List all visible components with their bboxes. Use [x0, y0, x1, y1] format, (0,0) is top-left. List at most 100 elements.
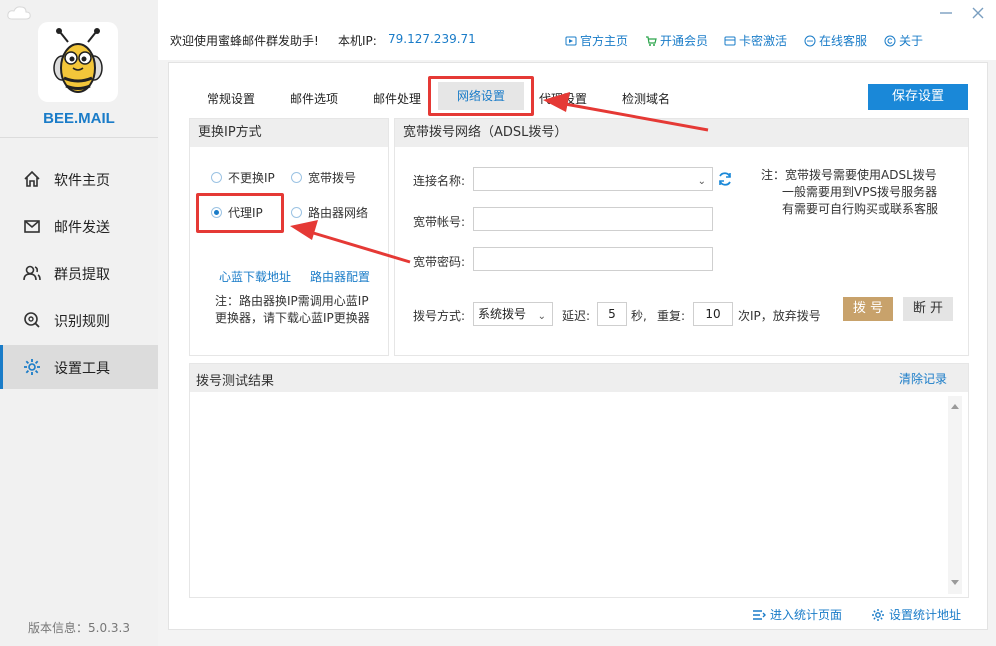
- results-title: 拨号测试结果: [196, 374, 275, 389]
- adsl-note-1: 注：宽带拨号需要使用ADSL拨号: [761, 168, 937, 182]
- bee-logo: [38, 22, 118, 102]
- password-label: 宽带密码:: [413, 255, 466, 269]
- dial-button[interactable]: 拨 号: [843, 297, 893, 321]
- bee-logo-icon: [53, 28, 103, 93]
- results-scrollbar[interactable]: [948, 396, 962, 594]
- link-label: 在线客服: [819, 34, 868, 48]
- password-input[interactable]: [473, 247, 713, 271]
- router-config-link[interactable]: 路由器配置: [310, 268, 370, 285]
- radio-label: 不更换IP: [228, 171, 275, 185]
- sidebar-item-label: 设置工具: [54, 361, 110, 377]
- delay-label: 延迟:: [562, 309, 591, 323]
- sidebar-item-label: 群员提取: [54, 267, 110, 283]
- link-card-activate[interactable]: 卡密激活: [724, 32, 787, 49]
- tab-general[interactable]: 常规设置: [207, 90, 255, 107]
- repeat-suffix: 次IP，放弃拨号: [738, 309, 821, 323]
- scrollbar-arrows: [951, 404, 959, 585]
- results-header: [190, 364, 968, 392]
- sidebar-item-group-extract[interactable]: 群员提取: [0, 251, 158, 295]
- sidebar-divider: [0, 137, 158, 138]
- delay-input[interactable]: 5: [597, 302, 627, 326]
- list-icon: [753, 609, 766, 620]
- brand-name: BEE.MAIL: [43, 110, 115, 127]
- save-settings-button[interactable]: 保存设置: [868, 84, 968, 110]
- clear-log-link[interactable]: 清除记录: [899, 370, 947, 387]
- welcome-text: 欢迎使用蜜蜂邮件群发助手!: [170, 34, 319, 48]
- radio-no-change[interactable]: 不更换IP: [211, 169, 275, 186]
- top-bar: [158, 0, 996, 60]
- minimize-icon: [940, 12, 952, 14]
- highlight-box-tab: [428, 76, 534, 116]
- link-about[interactable]: 关于: [884, 32, 923, 49]
- gear-icon: [872, 608, 884, 621]
- chevron-down-icon: ⌄: [697, 176, 706, 187]
- disconnect-button[interactable]: 断 开: [903, 297, 953, 321]
- search-icon: [24, 312, 40, 328]
- tab-proxy[interactable]: 代理设置: [539, 90, 587, 107]
- radio-circle: [211, 172, 222, 183]
- stats-page-link[interactable]: 进入统计页面: [752, 606, 842, 623]
- copyright-icon: [884, 35, 896, 46]
- repeat-label: 重复:: [657, 309, 686, 323]
- link-label: 进入统计页面: [770, 608, 843, 622]
- sidebar: BEE.MAIL 软件主页 邮件发送 群员提取 识别规则 设置工具 版本信息：5…: [0, 0, 158, 646]
- users-icon: [23, 265, 41, 281]
- download-link[interactable]: 心蓝下载地址: [219, 268, 291, 285]
- cart-icon: [646, 35, 657, 46]
- radio-broadband[interactable]: 宽带拨号: [291, 169, 356, 186]
- account-label: 宽带帐号:: [413, 215, 466, 229]
- link-label: 开通会员: [660, 34, 709, 48]
- link-label: 卡密激活: [739, 34, 788, 48]
- adsl-note-2: 一般需要用到VPS拨号服务器: [782, 185, 938, 199]
- conn-name-label: 连接名称:: [413, 174, 466, 188]
- dial-mode-select[interactable]: 系统拨号 ⌄: [473, 302, 553, 326]
- minimize-button[interactable]: [938, 5, 954, 21]
- adsl-note-3: 有需要可自行购买或联系客服: [782, 202, 939, 216]
- radio-label: 宽带拨号: [308, 171, 357, 185]
- sidebar-item-home[interactable]: 软件主页: [0, 157, 158, 201]
- home-icon: [24, 170, 40, 187]
- homepage-icon: [565, 36, 577, 45]
- tab-mail-options[interactable]: 邮件选项: [290, 90, 338, 107]
- sidebar-item-settings[interactable]: 设置工具: [0, 345, 158, 389]
- card-icon: [724, 36, 736, 45]
- link-homepage[interactable]: 官方主页: [565, 32, 628, 49]
- sidebar-item-label: 邮件发送: [54, 220, 110, 236]
- refresh-icon[interactable]: [717, 171, 733, 187]
- chat-icon: [804, 35, 816, 46]
- ip-label: 本机IP:: [338, 34, 377, 48]
- dial-test-results: [189, 363, 969, 598]
- sidebar-item-mail-send[interactable]: 邮件发送: [0, 204, 158, 248]
- dial-mode-label: 拨号方式:: [413, 309, 466, 323]
- radio-circle: [291, 207, 302, 218]
- panel-title: 更换IP方式: [190, 119, 388, 147]
- highlight-box-proxy: [196, 193, 284, 233]
- conn-name-select[interactable]: ⌄: [473, 167, 713, 191]
- radio-router[interactable]: 路由器网络: [291, 204, 368, 221]
- dial-mode-value: 系统拨号: [478, 307, 527, 321]
- tab-domain-check[interactable]: 检测域名: [622, 90, 670, 107]
- radio-label: 路由器网络: [308, 206, 369, 220]
- version-info: 版本信息：5.0.3.3: [28, 621, 130, 635]
- close-icon: [972, 7, 984, 19]
- close-button[interactable]: [970, 5, 986, 21]
- gear-icon: [24, 359, 40, 375]
- link-label: 关于: [899, 34, 924, 48]
- tab-mail-processing[interactable]: 邮件处理: [373, 90, 421, 107]
- mail-icon: [24, 220, 40, 233]
- panel-title: 宽带拨号网络（ADSL拨号）: [395, 119, 968, 147]
- link-label: 官方主页: [580, 34, 629, 48]
- radio-circle: [291, 172, 302, 183]
- link-membership[interactable]: 开通会员: [645, 32, 708, 49]
- delay-unit: 秒,: [631, 309, 647, 323]
- link-support[interactable]: 在线客服: [804, 32, 867, 49]
- chevron-down-icon: ⌄: [537, 311, 546, 322]
- link-label: 设置统计地址: [889, 608, 962, 622]
- account-input[interactable]: [473, 207, 713, 231]
- sidebar-item-rules[interactable]: 识别规则: [0, 298, 158, 342]
- router-note: 注：路由器换IP需调用心蓝IP更换器，请下载心蓝IP更换器: [215, 294, 370, 325]
- stats-settings-link[interactable]: 设置统计地址: [871, 606, 961, 623]
- sidebar-item-label: 软件主页: [54, 173, 110, 189]
- ip-value: 79.127.239.71: [388, 32, 476, 46]
- repeat-input[interactable]: 10: [693, 302, 733, 326]
